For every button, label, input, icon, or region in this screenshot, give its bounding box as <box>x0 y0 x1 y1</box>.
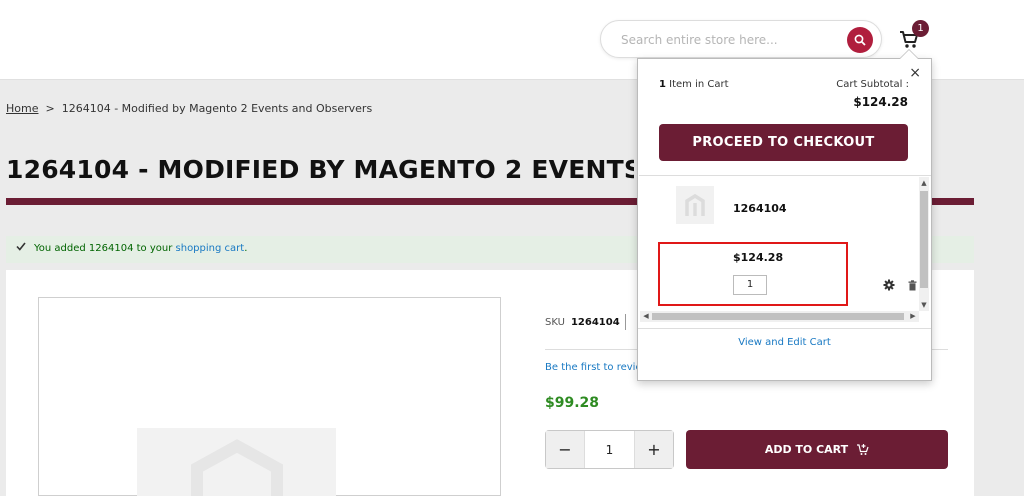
search-box[interactable] <box>600 20 882 58</box>
qty-plus-button[interactable]: + <box>635 431 673 468</box>
message-text: You added 1264104 to your <box>34 243 176 254</box>
sku: SKU 1264104 <box>545 317 620 328</box>
minicart-horizontal-scrollbar[interactable]: ◀ ▶ <box>640 311 919 322</box>
minicart-count-number: 1 <box>659 79 666 90</box>
message-suffix: . <box>244 243 248 254</box>
add-to-cart-button[interactable]: ADD TO CART <box>686 430 948 469</box>
qty-input[interactable]: 1 <box>584 431 635 468</box>
product-price: $99.28 <box>545 395 600 411</box>
close-icon[interactable]: × <box>909 65 921 81</box>
minicart-dropdown: × 1 Item in Cart Cart Subtotal : $124.28… <box>637 49 932 381</box>
scroll-up-arrow[interactable]: ▲ <box>920 178 928 188</box>
breadcrumb-home-link[interactable]: Home <box>6 102 38 115</box>
shopping-cart-link[interactable]: shopping cart <box>176 243 245 254</box>
minicart-divider <box>638 328 931 329</box>
search-icon <box>854 34 866 46</box>
minicart-vertical-scrollbar[interactable]: ▲ ▼ <box>919 177 929 311</box>
vertical-scroll-thumb[interactable] <box>920 191 928 288</box>
minicart-item-count: 1 Item in Cart <box>659 79 729 90</box>
page-title: 1264104 - MODIFIED BY MAGENTO 2 EVENTS A… <box>6 155 634 184</box>
sku-divider <box>625 314 626 330</box>
minicart-subtotal-value: $124.28 <box>853 95 908 109</box>
minicart-item-name[interactable]: 1264104 <box>733 202 787 215</box>
scroll-left-arrow[interactable]: ◀ <box>641 311 651 322</box>
add-to-cart-label: ADD TO CART <box>764 443 849 456</box>
check-icon <box>16 242 26 254</box>
proceed-to-checkout-button[interactable]: PROCEED TO CHECKOUT <box>659 124 908 161</box>
trash-icon[interactable] <box>908 280 917 291</box>
gear-icon[interactable] <box>883 279 895 291</box>
view-and-edit-cart-link[interactable]: View and Edit Cart <box>638 337 931 348</box>
cart-count-badge[interactable]: 1 <box>912 20 929 37</box>
horizontal-scroll-thumb[interactable] <box>652 313 904 320</box>
sku-label: SKU <box>545 317 565 328</box>
magento-placeholder-icon <box>137 428 336 496</box>
qty-minus-button[interactable]: − <box>546 431 584 468</box>
breadcrumb-current: 1264104 - Modified by Magento 2 Events a… <box>61 102 373 115</box>
highlight-box <box>658 242 848 306</box>
quantity-stepper[interactable]: − 1 + <box>545 430 674 469</box>
magento-placeholder-icon[interactable] <box>676 186 714 224</box>
search-button[interactable] <box>847 27 873 53</box>
sku-value: 1264104 <box>570 317 620 328</box>
search-input[interactable] <box>621 30 841 50</box>
minicart-count-label: Item in Cart <box>669 79 729 90</box>
add-cart-icon <box>857 444 869 455</box>
minicart-subtotal-label: Cart Subtotal : <box>836 79 909 90</box>
scroll-down-arrow[interactable]: ▼ <box>920 300 928 310</box>
breadcrumb-separator: > <box>45 102 55 115</box>
minicart-items-list[interactable]: 1264104 $124.28 1 <box>639 175 931 325</box>
scroll-right-arrow[interactable]: ▶ <box>908 311 918 322</box>
breadcrumb: Home >1264104 - Modified by Magento 2 Eve… <box>6 102 372 115</box>
